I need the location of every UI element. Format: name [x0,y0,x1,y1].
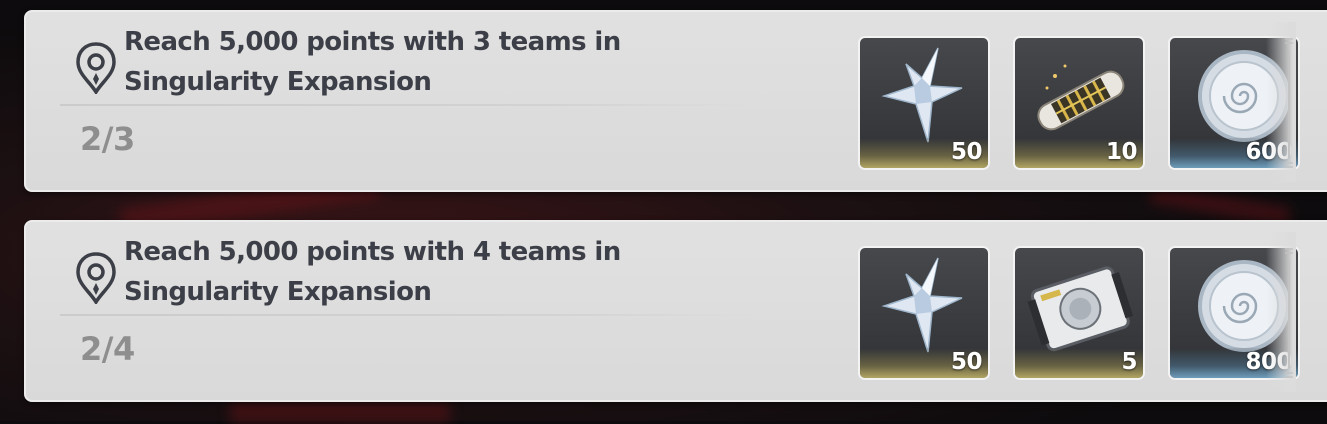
crystal-star-icon [881,47,963,143]
scroll-up-icon[interactable] [1282,246,1296,256]
reward-quantity: 5 [1121,349,1137,375]
mission-marker-icon [76,252,116,304]
divider [60,314,750,316]
reward-item[interactable]: 50 [858,36,990,170]
mission-marker-icon [76,42,116,94]
mission-progress: 2/4 [80,330,135,368]
reward-item[interactable]: 50 [858,246,990,380]
reward-quantity: 50 [950,349,983,375]
scroll-track[interactable] [1288,50,1290,158]
mission-progress: 2/3 [80,120,135,158]
scroll-down-icon[interactable] [1282,160,1296,170]
mission-title: Reach 5,000 points with 4 teams in Singu… [124,237,621,307]
scroll-down-icon[interactable] [1282,370,1296,380]
reward-item[interactable]: 5 [1013,246,1145,380]
reward-quantity: 50 [950,139,983,165]
crystal-star-icon [881,257,963,353]
reward-item[interactable]: 10 [1013,36,1145,170]
scroll-up-icon[interactable] [1282,36,1296,46]
mission-card[interactable]: Reach 5,000 points with 3 teams in Singu… [24,10,1327,192]
capsule-icon [1037,64,1125,131]
device-module-icon [1027,266,1134,352]
mission-title: Reach 5,000 points with 3 teams in Singu… [124,27,621,97]
divider [60,104,750,106]
background-streak [230,400,450,424]
scroll-track[interactable] [1288,260,1290,368]
reward-scrollbar[interactable] [1282,246,1296,382]
mission-card[interactable]: Reach 5,000 points with 4 teams in Singu… [24,220,1327,402]
reward-quantity: 10 [1105,139,1138,165]
reward-scrollbar[interactable] [1282,36,1296,172]
